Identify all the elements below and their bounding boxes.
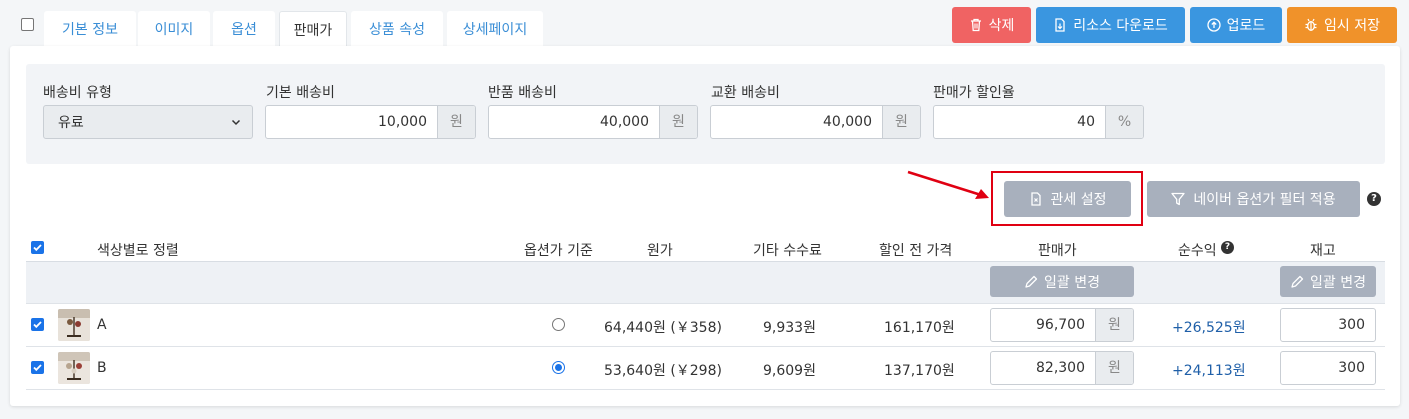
row-b-net-profit: +24,113원 [1172, 363, 1246, 379]
row-a-pre-discount: 161,170원 [884, 320, 955, 336]
save-draft-button[interactable]: 임시 저장 [1287, 7, 1397, 43]
discount-rate-value[interactable]: 40 [934, 106, 1105, 138]
naver-option-filter-label: 네이버 옵션가 필터 적용 [1193, 192, 1336, 208]
sort-by-color-header[interactable]: 색상별로 정렬 [97, 240, 179, 260]
row-a-price-value[interactable]: 96,700 [991, 309, 1095, 341]
pre-discount-header: 할인 전 가격 [879, 243, 953, 259]
upload-button[interactable]: 업로드 [1190, 7, 1282, 43]
option-base-header: 옵션가 기준 [524, 243, 593, 259]
save-draft-label: 임시 저장 [1324, 18, 1380, 34]
bug-icon [1305, 18, 1317, 31]
row-b-option-base-radio[interactable] [552, 361, 565, 374]
product-image-icon [58, 309, 90, 341]
row-b-price-input[interactable]: 82,300 원 [990, 351, 1134, 385]
row-a-checkbox[interactable] [31, 318, 44, 331]
upload-label: 업로드 [1226, 18, 1266, 34]
exchange-fee-label: 교환 배송비 [711, 85, 780, 101]
tab-product-attributes[interactable]: 상품 속성 [351, 11, 443, 46]
tab-basic-info[interactable]: 기본 정보 [44, 11, 136, 46]
bulk-edit-stock-label: 일괄 변경 [1310, 274, 1366, 291]
download-label: 리소스 다운로드 [1073, 18, 1168, 34]
select-all-rows-checkbox[interactable] [31, 241, 44, 254]
naver-option-filter-button[interactable]: 네이버 옵션가 필터 적용 [1147, 181, 1360, 217]
stock-header: 재고 [1310, 243, 1336, 259]
select-all-checkbox[interactable] [21, 18, 34, 31]
return-fee-input[interactable]: 40,000 원 [488, 105, 698, 139]
price-header: 판매가 [1038, 243, 1077, 259]
row-b-price-value[interactable]: 82,300 [991, 352, 1095, 384]
tab-detail-page[interactable]: 상세페이지 [447, 11, 543, 46]
row-b-stock-input[interactable]: 300 [1280, 351, 1376, 385]
base-fee-unit: 원 [437, 106, 475, 138]
exchange-fee-input[interactable]: 40,000 원 [710, 105, 921, 139]
shipping-type-select[interactable]: 유료 [43, 105, 253, 139]
row-b-price-unit: 원 [1095, 352, 1133, 384]
base-fee-label: 기본 배송비 [266, 85, 335, 101]
customs-settings-label: 관세 설정 [1050, 192, 1107, 208]
tab-options[interactable]: 옵션 [213, 11, 275, 46]
file-download-icon [1055, 18, 1065, 32]
shipping-type-label: 배송비 유형 [43, 85, 112, 101]
tab-images[interactable]: 이미지 [138, 11, 210, 46]
exchange-fee-unit: 원 [882, 106, 920, 138]
product-image-icon [58, 352, 90, 384]
help-icon[interactable]: ? [1367, 192, 1381, 206]
cloud-upload-icon [1207, 18, 1221, 32]
product-thumbnail [58, 352, 90, 384]
trash-icon [970, 18, 981, 32]
base-fee-value[interactable]: 10,000 [266, 106, 437, 138]
row-a-other-fee: 9,933원 [763, 320, 816, 336]
row-b-name: B [97, 360, 107, 376]
row-a-price-unit: 원 [1095, 309, 1133, 341]
return-fee-value[interactable]: 40,000 [489, 106, 659, 138]
return-fee-unit: 원 [659, 106, 697, 138]
bulk-edit-price-label: 일괄 변경 [1044, 274, 1100, 291]
return-fee-label: 반품 배송비 [488, 85, 557, 101]
row-divider [26, 389, 1385, 390]
chevron-down-icon [231, 119, 241, 126]
pencil-icon [1291, 275, 1304, 288]
check-icon [33, 244, 42, 252]
delete-label: 삭제 [988, 18, 1015, 34]
row-divider [26, 303, 1385, 304]
row-a-cost: 64,440원 (￥358) [604, 320, 722, 336]
row-b-pre-discount: 137,170원 [884, 363, 955, 379]
filter-icon [1171, 192, 1186, 206]
tab-price[interactable]: 판매가 [279, 11, 347, 47]
bulk-edit-price-button[interactable]: 일괄 변경 [990, 266, 1134, 297]
discount-rate-label: 판매가 할인율 [933, 85, 1015, 101]
bulk-edit-row [26, 261, 1385, 303]
net-profit-help-icon[interactable]: ? [1221, 241, 1234, 254]
other-fee-header: 기타 수수료 [753, 243, 822, 259]
row-a-name: A [97, 317, 107, 333]
check-icon [33, 321, 42, 329]
delete-button[interactable]: 삭제 [952, 7, 1031, 43]
customs-settings-button[interactable]: 관세 설정 [1004, 181, 1131, 217]
resource-download-button[interactable]: 리소스 다운로드 [1036, 7, 1185, 43]
row-a-option-base-radio[interactable] [552, 318, 565, 331]
row-b-other-fee: 9,609원 [763, 363, 816, 379]
pencil-icon [1025, 275, 1038, 288]
shipping-type-value: 유료 [58, 115, 84, 131]
exchange-fee-value[interactable]: 40,000 [711, 106, 882, 138]
annotation-arrow [907, 170, 989, 199]
row-a-price-input[interactable]: 96,700 원 [990, 308, 1134, 342]
base-fee-input[interactable]: 10,000 원 [265, 105, 476, 139]
bulk-edit-stock-button[interactable]: 일괄 변경 [1280, 266, 1376, 297]
discount-rate-input[interactable]: 40 % [933, 105, 1144, 139]
row-a-net-profit: +26,525원 [1172, 320, 1246, 336]
row-b-cost: 53,640원 (￥298) [604, 363, 722, 379]
net-profit-header: 순수익 [1178, 243, 1217, 259]
product-thumbnail [58, 309, 90, 341]
cost-header: 원가 [647, 243, 673, 259]
check-icon [33, 364, 42, 372]
row-a-stock-input[interactable]: 300 [1280, 308, 1376, 342]
discount-rate-unit: % [1105, 106, 1143, 138]
document-icon [1030, 192, 1041, 206]
row-divider [26, 346, 1385, 347]
row-b-checkbox[interactable] [31, 361, 44, 374]
